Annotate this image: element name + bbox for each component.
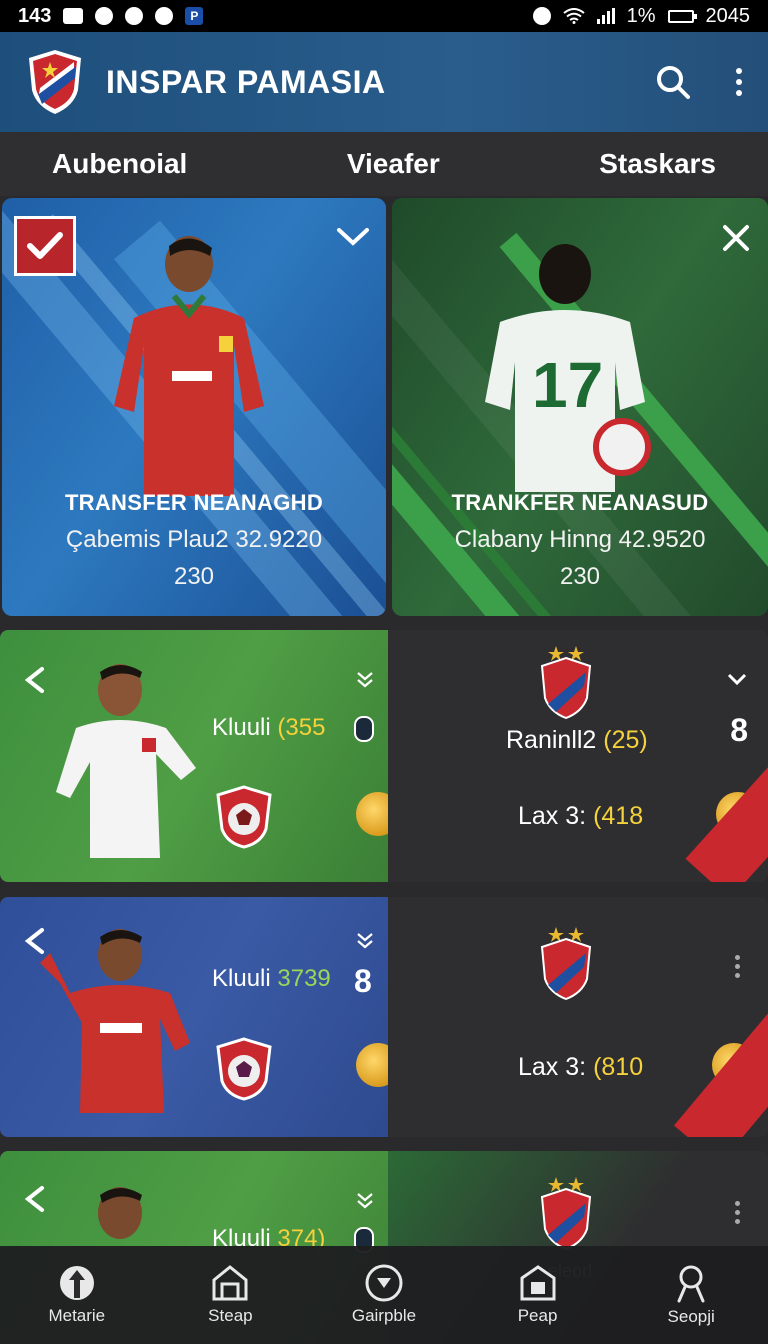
- transfer-card-2[interactable]: 17 TRANKFER NEANASUD Clabany Hinng 42.95…: [392, 198, 768, 616]
- nav-label: Peap: [517, 1306, 558, 1325]
- more-options-icon[interactable]: [736, 68, 742, 96]
- card-title: TRANSFER NEANAGHD: [64, 490, 324, 515]
- player-stat: Kluuli 3739: [212, 965, 331, 993]
- screen: 143 P 1% 2045 INSPAR PAMASIA Aubenoial V…: [0, 0, 768, 1344]
- team-crest-icon: [540, 646, 592, 720]
- count-badge: 8: [354, 963, 372, 999]
- lax-stat: Lax 3: (418: [518, 802, 643, 831]
- chevron-down-icon[interactable]: [726, 672, 748, 688]
- app-title: INSPAR PAMASIA: [106, 63, 386, 100]
- back-chevron-icon[interactable]: [22, 666, 48, 694]
- player-photo: [56, 664, 196, 858]
- nav-item-gairpble[interactable]: Gairpble: [319, 1264, 449, 1326]
- list-item[interactable]: Kluuli (355 Raninll2 (25) 8 Lax 3: (418: [0, 630, 768, 882]
- chevron-down-icon[interactable]: [336, 226, 370, 248]
- close-icon[interactable]: [722, 224, 750, 252]
- sync-icon: [95, 7, 114, 25]
- card-value: 230: [559, 563, 601, 590]
- tab-staskars[interactable]: Staskars: [599, 148, 716, 180]
- card-title: TRANKFER NEANASUD: [451, 490, 709, 515]
- expand-icon[interactable]: [356, 931, 374, 949]
- nav-item-seopji[interactable]: Seopji: [626, 1263, 756, 1327]
- card-value: 230: [173, 563, 215, 590]
- lax-label: Lax 3:: [518, 1053, 587, 1081]
- player-stat: Kluuli (355: [212, 714, 325, 742]
- back-chevron-icon[interactable]: [22, 1185, 48, 1213]
- search-icon[interactable]: [656, 65, 690, 99]
- alarm-icon: [532, 7, 551, 25]
- jersey-number: 17: [532, 349, 604, 421]
- expand-icon[interactable]: [356, 1191, 374, 1209]
- player-stat-value: (355: [277, 714, 326, 741]
- team-stat-value: (25): [603, 726, 648, 754]
- arrow-up-icon: [59, 1266, 94, 1300]
- play-circle-icon: [365, 1264, 403, 1302]
- app-bar: INSPAR PAMASIA: [0, 32, 768, 132]
- signal-icon: [596, 8, 615, 24]
- transfer-card-1[interactable]: TRANSFER NEANAGHD Çabemis Plau2 32.9220 …: [2, 198, 386, 616]
- mail-icon: [63, 8, 84, 24]
- tab-vieafer[interactable]: Vieafer: [347, 148, 440, 180]
- count-badge: 8: [730, 712, 748, 748]
- status-time: 143: [18, 4, 52, 27]
- team-name: Raninll2: [506, 726, 597, 754]
- battery-icon: [667, 9, 697, 23]
- profile-icon: [677, 1265, 705, 1303]
- nav-label: Steap: [208, 1306, 253, 1325]
- nav-item-metarie[interactable]: Metarie: [12, 1264, 142, 1326]
- more-options-icon[interactable]: [735, 955, 740, 978]
- player-name: Kluuli: [212, 714, 271, 741]
- lax-value: (418: [593, 802, 644, 830]
- tab-aubenoial[interactable]: Aubenoial: [52, 148, 187, 180]
- player-photo: [114, 236, 264, 496]
- parking-icon: P: [185, 7, 204, 25]
- status-bar: 143 P 1% 2045: [0, 0, 768, 32]
- row-right-panel: Lax 3: (810: [388, 897, 768, 1137]
- card-detail: Clabany Hinng 42.9520: [454, 526, 706, 553]
- tab-bar: Aubenoial Vieafer Staskars: [0, 132, 768, 196]
- bottom-navigation: Metarie Steap Gairpble Peap Seopji: [0, 1246, 768, 1344]
- battery-percent: 1%: [626, 4, 656, 27]
- player-photo: [40, 929, 190, 1113]
- nav-item-steap[interactable]: Steap: [165, 1264, 295, 1326]
- status-clock: 2045: [705, 4, 751, 27]
- stat-icon: [354, 716, 374, 742]
- lax-value: (810: [593, 1053, 644, 1081]
- wifi-icon: [562, 8, 585, 24]
- team-crest-icon: [540, 927, 592, 1001]
- club-logo-icon: [29, 50, 81, 114]
- team-stat: Raninll2 (25): [506, 726, 648, 755]
- home-icon: [212, 1265, 248, 1301]
- row-right-panel: Raninll2 (25) 8 Lax 3: (418: [388, 630, 768, 882]
- record-icon: [125, 7, 144, 25]
- expand-icon[interactable]: [356, 670, 374, 688]
- nav-item-peap[interactable]: Peap: [473, 1264, 603, 1326]
- team-crest-icon: [540, 1177, 592, 1251]
- row-left-panel: Kluuli (355: [0, 630, 400, 882]
- row-left-panel: Kluuli 3739 8: [0, 897, 400, 1137]
- nav-label: Gairpble: [351, 1306, 417, 1325]
- nav-label: Seopji: [667, 1307, 715, 1326]
- lax-stat: Lax 3: (810: [518, 1053, 643, 1082]
- checkmark-icon: [27, 232, 63, 259]
- store-icon: [520, 1265, 556, 1301]
- dot-icon: [155, 7, 174, 25]
- nav-label: Metarie: [48, 1306, 106, 1325]
- ball-badge-icon: [216, 1037, 272, 1101]
- lax-label: Lax 3:: [518, 802, 587, 830]
- ball-badge-icon: [216, 785, 272, 849]
- select-checkbox[interactable]: [14, 216, 76, 276]
- player-name: Kluuli: [212, 965, 271, 992]
- more-options-icon[interactable]: [735, 1201, 740, 1224]
- card-detail: Çabemis Plau2 32.9220: [65, 526, 323, 553]
- player-stat-value: 3739: [277, 965, 331, 992]
- list-item[interactable]: Kluuli 3739 8 Lax 3: (810: [0, 897, 768, 1137]
